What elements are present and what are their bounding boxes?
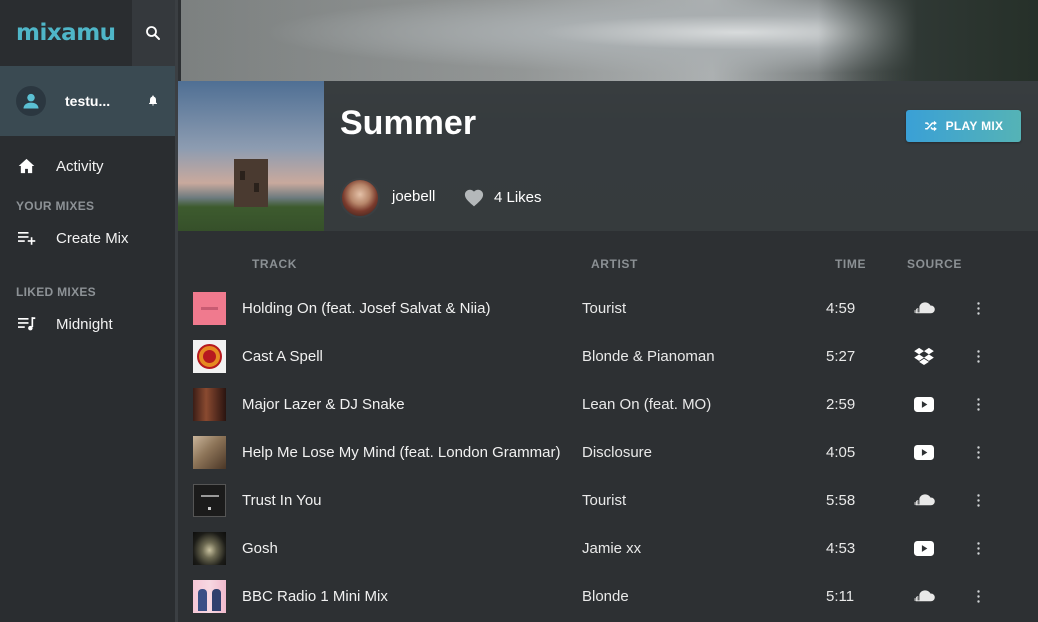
- track-thumbnail: [193, 340, 226, 373]
- sidebar: mixamu testu... Activity YOUR MIXES Crea…: [0, 0, 178, 622]
- user-profile[interactable]: testu...: [0, 66, 175, 136]
- track-artist[interactable]: Blonde: [582, 588, 629, 605]
- your-mixes-title: YOUR MIXES: [16, 199, 95, 213]
- nav-liked-midnight-label: Midnight: [56, 315, 113, 333]
- username: testu...: [65, 93, 111, 109]
- track-thumbnail: [193, 436, 226, 469]
- track-time: 5:58: [826, 492, 856, 509]
- more-options-icon[interactable]: [971, 392, 985, 416]
- more-options-icon[interactable]: [971, 584, 985, 608]
- like-button[interactable]: [463, 187, 485, 212]
- liked-mixes-title: LIKED MIXES: [16, 285, 96, 299]
- track-artist[interactable]: Disclosure: [582, 444, 652, 461]
- track-row[interactable]: Cast A Spell Blonde & Pianoman 5:27: [181, 332, 1038, 380]
- track-time: 2:59: [826, 396, 856, 413]
- heart-icon: [464, 189, 484, 207]
- track-time: 5:27: [826, 348, 856, 365]
- track-row[interactable]: Gosh Jamie xx 4:53: [181, 524, 1038, 572]
- track-row[interactable]: Holding On (feat. Josef Salvat & Niia) T…: [181, 284, 1038, 332]
- track-table: TRACK ARTIST TIME SOURCE Holding On (fea…: [181, 231, 1038, 622]
- nav-create-mix[interactable]: Create Mix: [0, 213, 175, 263]
- nav-activity[interactable]: Activity: [0, 141, 175, 191]
- more-options-icon[interactable]: [971, 488, 985, 512]
- track-time: 4:53: [826, 540, 856, 557]
- nav-create-mix-label: Create Mix: [56, 229, 129, 247]
- track-artist[interactable]: Tourist: [582, 492, 626, 509]
- dropbox-icon[interactable]: [913, 346, 935, 366]
- more-options-icon[interactable]: [971, 440, 985, 464]
- col-artist-header[interactable]: ARTIST: [591, 257, 638, 271]
- more-options-icon[interactable]: [971, 536, 985, 560]
- person-icon: [23, 93, 39, 109]
- track-thumbnail: [193, 388, 226, 421]
- track-row[interactable]: BBC Radio 1 Mini Mix Blonde 5:11: [181, 572, 1038, 620]
- more-options-icon[interactable]: [971, 344, 985, 368]
- search-icon: [146, 26, 161, 40]
- app-logo[interactable]: mixamu: [0, 0, 132, 66]
- col-time-header[interactable]: TIME: [835, 257, 866, 271]
- shuffle-icon: [924, 120, 937, 132]
- track-artist[interactable]: Jamie xx: [582, 540, 641, 557]
- mix-title: Summer: [340, 104, 477, 142]
- track-name: Cast A Spell: [242, 348, 323, 365]
- track-time: 4:05: [826, 444, 856, 461]
- col-source-header[interactable]: SOURCE: [907, 257, 962, 271]
- track-thumbnail: [193, 580, 226, 613]
- more-options-icon[interactable]: [971, 296, 985, 320]
- cover-tower-graphic: [234, 159, 268, 207]
- nav-activity-label: Activity: [56, 157, 104, 175]
- queue-music-icon: [18, 317, 38, 331]
- soundcloud-icon[interactable]: [913, 298, 935, 318]
- header-background: [181, 0, 1038, 81]
- track-name: Holding On (feat. Josef Salvat & Niia): [242, 300, 491, 317]
- track-row[interactable]: Help Me Lose My Mind (feat. London Gramm…: [181, 428, 1038, 476]
- track-thumbnail: [193, 484, 226, 517]
- track-artist[interactable]: Lean On (feat. MO): [582, 396, 711, 413]
- soundcloud-icon[interactable]: [913, 490, 935, 510]
- track-name: Trust In You: [242, 492, 322, 509]
- track-row[interactable]: Trust In You Tourist 5:58: [181, 476, 1038, 524]
- track-row[interactable]: Major Lazer & DJ Snake Lean On (feat. MO…: [181, 380, 1038, 428]
- youtube-icon[interactable]: [913, 538, 935, 558]
- track-name: Major Lazer & DJ Snake: [242, 396, 405, 413]
- owner-avatar[interactable]: [340, 178, 380, 218]
- track-thumbnail: [193, 532, 226, 565]
- bell-icon: [149, 95, 157, 106]
- track-name: Help Me Lose My Mind (feat. London Gramm…: [242, 444, 561, 461]
- col-track-header[interactable]: TRACK: [252, 257, 297, 271]
- track-name: Gosh: [242, 540, 278, 557]
- playlist-add-icon: [18, 231, 38, 245]
- mix-cover-image: [178, 81, 324, 231]
- play-mix-button[interactable]: PLAY MIX: [906, 110, 1021, 142]
- track-artist[interactable]: Blonde & Pianoman: [582, 348, 715, 365]
- track-thumbnail: [193, 292, 226, 325]
- table-header: TRACK ARTIST TIME SOURCE: [181, 257, 1038, 273]
- notifications-bell[interactable]: [147, 94, 159, 112]
- youtube-icon[interactable]: [913, 442, 935, 462]
- brand-row: mixamu: [0, 0, 175, 66]
- track-time: 4:59: [826, 300, 856, 317]
- search-button[interactable]: [131, 0, 175, 66]
- likes-count: 4 Likes: [494, 189, 542, 206]
- track-time: 5:11: [826, 588, 855, 605]
- youtube-icon[interactable]: [913, 394, 935, 414]
- nav-liked-midnight[interactable]: Midnight: [0, 299, 175, 349]
- user-avatar[interactable]: [16, 86, 46, 116]
- home-icon: [18, 158, 38, 174]
- owner-name[interactable]: joebell: [392, 188, 435, 205]
- track-name: BBC Radio 1 Mini Mix: [242, 588, 388, 605]
- soundcloud-icon[interactable]: [913, 586, 935, 606]
- play-mix-label: PLAY MIX: [945, 119, 1004, 133]
- track-artist[interactable]: Tourist: [582, 300, 626, 317]
